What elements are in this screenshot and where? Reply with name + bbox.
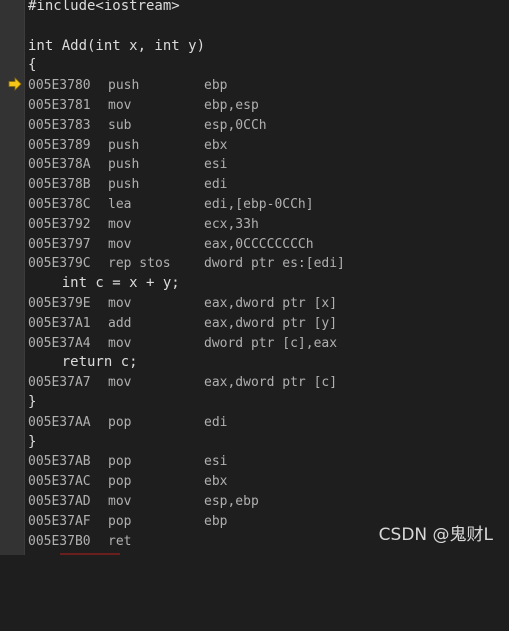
asm-mnemonic: pop <box>108 474 132 490</box>
asm-operands: dword ptr es:[edi] <box>204 256 345 272</box>
source-close-brace: } <box>28 433 37 450</box>
disassembly-view[interactable]: #include<iostream> int Add(int x, int y)… <box>28 0 509 551</box>
source-function-signature: int Add(int x, int y) <box>28 37 206 54</box>
asm-operands: ebp,esp <box>204 97 259 113</box>
asm-mnemonic: mov <box>108 216 132 232</box>
asm-mnemonic: add <box>108 315 132 331</box>
asm-address: 005E3781 <box>28 97 91 113</box>
asm-mnemonic: push <box>108 78 140 94</box>
asm-line[interactable]: 005E378B push edi <box>28 175 509 195</box>
asm-address: 005E37AA <box>28 414 91 430</box>
yellow-arrow-icon <box>8 77 22 91</box>
asm-operands: eax,dword ptr [x] <box>204 295 338 311</box>
asm-mnemonic: ret <box>108 533 132 549</box>
asm-mnemonic: push <box>108 177 140 193</box>
asm-line[interactable]: 005E379E mov eax,dword ptr [x] <box>28 294 509 314</box>
asm-address: 005E379E <box>28 295 91 311</box>
source-close-brace: } <box>28 393 37 410</box>
asm-line[interactable]: 005E37A7 mov eax,dword ptr [c] <box>28 373 509 393</box>
source-include-line: #include<iostream> <box>28 0 180 14</box>
asm-mnemonic: mov <box>108 236 132 252</box>
asm-address: 005E3797 <box>28 236 91 252</box>
asm-line[interactable]: 005E3792 mov ecx,33h <box>28 215 509 235</box>
asm-line[interactable]: 005E379C rep stos dword ptr es:[edi] <box>28 254 509 274</box>
asm-line[interactable]: 005E37A1 add eax,dword ptr [y] <box>28 314 509 334</box>
asm-line[interactable]: 005E37A4 mov dword ptr [c],eax <box>28 334 509 354</box>
asm-address: 005E378A <box>28 157 91 173</box>
source-statement-return: return c; <box>28 354 138 371</box>
asm-address: 005E378C <box>28 196 91 212</box>
asm-mnemonic: pop <box>108 454 132 470</box>
asm-line[interactable]: 005E37AA pop edi <box>28 413 509 433</box>
asm-line[interactable]: 005E3783 sub esp,0CCh <box>28 116 509 136</box>
asm-mnemonic: pop <box>108 414 132 430</box>
asm-mnemonic: mov <box>108 97 132 113</box>
asm-address: 005E37A1 <box>28 315 91 331</box>
asm-mnemonic: mov <box>108 493 132 509</box>
asm-operands: ebx <box>204 137 228 153</box>
asm-operands: esp,ebp <box>204 493 259 509</box>
asm-operands: edi <box>204 177 228 193</box>
asm-line[interactable]: 005E378A push esi <box>28 155 509 175</box>
asm-mnemonic: mov <box>108 335 132 351</box>
asm-operands: ebx <box>204 474 228 490</box>
asm-operands: ebp <box>204 513 228 529</box>
asm-mnemonic: mov <box>108 375 132 391</box>
asm-line[interactable]: 005E3781 mov ebp,esp <box>28 96 509 116</box>
asm-line[interactable]: 005E3780 push ebp <box>28 76 509 96</box>
asm-address: 005E3780 <box>28 78 91 94</box>
asm-line[interactable]: 005E37AC pop ebx <box>28 472 509 492</box>
asm-address: 005E3792 <box>28 216 91 232</box>
asm-mnemonic: pop <box>108 513 132 529</box>
asm-address: 005E37A7 <box>28 375 91 391</box>
asm-address: 005E37AF <box>28 513 91 529</box>
asm-operands: esi <box>204 157 228 173</box>
asm-line[interactable]: 005E378C lea edi,[ebp-0CCh] <box>28 195 509 215</box>
asm-operands: eax,dword ptr [y] <box>204 315 338 331</box>
asm-operands: edi <box>204 414 228 430</box>
asm-line[interactable]: 005E37AB pop esi <box>28 452 509 472</box>
asm-operands: esi <box>204 454 228 470</box>
source-open-brace: { <box>28 57 37 74</box>
asm-operands: edi,[ebp-0CCh] <box>204 196 314 212</box>
source-statement-sum: int c = x + y; <box>28 275 180 292</box>
asm-mnemonic: lea <box>108 196 132 212</box>
asm-address: 005E379C <box>28 256 91 272</box>
asm-operands: esp,0CCh <box>204 117 267 133</box>
gutter-divider <box>24 0 25 555</box>
asm-mnemonic: push <box>108 157 140 173</box>
asm-operands: ebp <box>204 78 228 94</box>
asm-address: 005E37A4 <box>28 335 91 351</box>
asm-mnemonic: rep stos <box>108 256 171 272</box>
asm-mnemonic: mov <box>108 295 132 311</box>
asm-operands: dword ptr [c],eax <box>204 335 338 351</box>
asm-address: 005E37B0 <box>28 533 91 549</box>
asm-line[interactable]: 005E3789 push ebx <box>28 136 509 156</box>
asm-operands: ecx,33h <box>204 216 259 232</box>
asm-operands: eax,dword ptr [c] <box>204 375 338 391</box>
asm-address: 005E3783 <box>28 117 91 133</box>
asm-address: 005E37AD <box>28 493 91 509</box>
asm-address: 005E37AB <box>28 454 91 470</box>
watermark: CSDN @鬼财L <box>378 525 493 545</box>
source-blank-line <box>28 17 509 37</box>
asm-operands: eax,0CCCCCCCCh <box>204 236 314 252</box>
asm-line[interactable]: 005E3797 mov eax,0CCCCCCCCh <box>28 235 509 255</box>
asm-mnemonic: sub <box>108 117 132 133</box>
asm-line[interactable]: 005E37AD mov esp,ebp <box>28 492 509 512</box>
asm-address: 005E37AC <box>28 474 91 490</box>
asm-address: 005E3789 <box>28 137 91 153</box>
asm-mnemonic: push <box>108 137 140 153</box>
asm-address: 005E378B <box>28 177 91 193</box>
